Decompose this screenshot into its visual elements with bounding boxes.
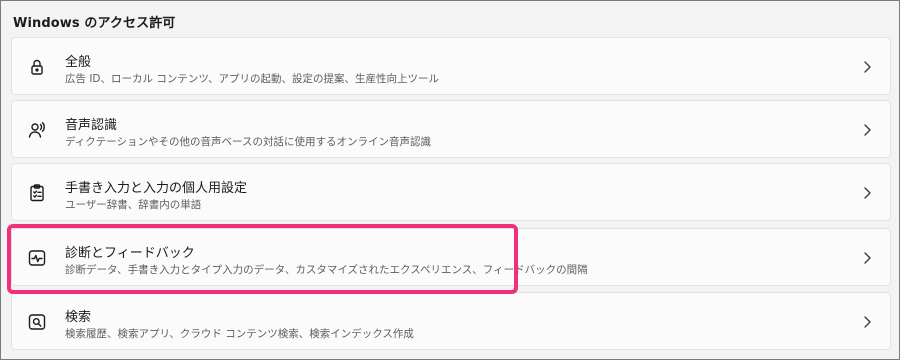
chevron-right-icon — [860, 122, 874, 136]
settings-item-description: ディクテーションやその他の音声ベースの対話に使用するオンライン音声認識 — [65, 136, 432, 148]
settings-item-description: 検索履歴、検索アプリ、クラウド コンテンツ検索、検索インデックス作成 — [65, 328, 414, 340]
lock-icon — [26, 56, 48, 78]
chevron-right-icon — [860, 59, 874, 73]
settings-item-title: 検索 — [65, 310, 92, 325]
settings-item-title: 全般 — [65, 55, 92, 70]
search-icon — [26, 311, 48, 333]
settings-item-title: 音声認識 — [65, 118, 118, 133]
activity-pulse-icon — [26, 247, 48, 269]
settings-item-description: ユーザー辞書、辞書内の単語 — [65, 199, 202, 211]
settings-item-description: 診断データ、手書き入力とタイプ入力のデータ、カスタマイズされたエクスペリエンス、… — [65, 264, 588, 276]
chevron-right-icon — [860, 185, 874, 199]
voice-person-icon — [26, 119, 48, 141]
chevron-right-icon — [860, 314, 874, 328]
settings-item-general[interactable]: 全般 広告 ID、ローカル コンテンツ、アプリの起動、設定の提案、生産性向上ツー… — [11, 37, 891, 95]
settings-item-inking-typing[interactable]: 手書き入力と入力の個人用設定 ユーザー辞書、辞書内の単語 — [11, 163, 891, 221]
settings-item-title: 診断とフィードバック — [65, 246, 195, 261]
settings-item-search[interactable]: 検索 検索履歴、検索アプリ、クラウド コンテンツ検索、検索インデックス作成 — [11, 292, 891, 350]
settings-item-title: 手書き入力と入力の個人用設定 — [65, 181, 248, 196]
clipboard-checklist-icon — [26, 182, 48, 204]
settings-item-speech[interactable]: 音声認識 ディクテーションやその他の音声ベースの対話に使用するオンライン音声認識 — [11, 100, 891, 158]
section-title: Windows のアクセス許可 — [13, 16, 176, 31]
settings-item-description: 広告 ID、ローカル コンテンツ、アプリの起動、設定の提案、生産性向上ツール — [65, 73, 440, 85]
chevron-right-icon — [860, 250, 874, 264]
settings-item-diagnostics-feedback[interactable]: 診断とフィードバック 診断データ、手書き入力とタイプ入力のデータ、カスタマイズさ… — [11, 228, 891, 286]
settings-window: Windows のアクセス許可 全般 広告 ID、ローカル コンテンツ、アプリの… — [0, 0, 900, 360]
